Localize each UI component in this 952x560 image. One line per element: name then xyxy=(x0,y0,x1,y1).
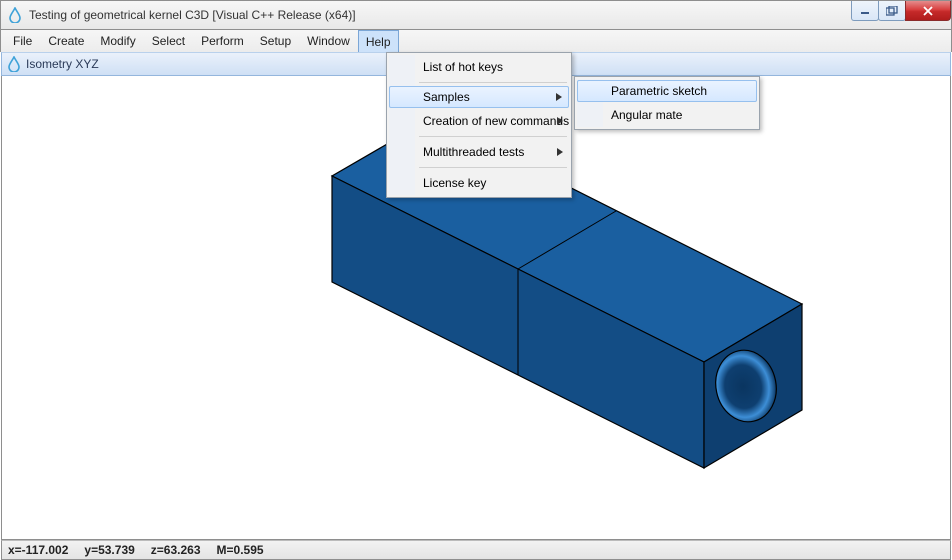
chevron-right-icon xyxy=(557,145,563,159)
menu-create[interactable]: Create xyxy=(40,30,92,52)
help-menu-item-2[interactable]: Samples xyxy=(389,86,569,108)
app-icon xyxy=(7,7,23,23)
help-menu: List of hot keys Samples Creation of new c… xyxy=(386,52,572,198)
help-menu-item-3[interactable]: Creation of new commands xyxy=(389,109,569,133)
maximize-button[interactable] xyxy=(878,1,906,21)
menu-setup[interactable]: Setup xyxy=(252,30,299,52)
help-menu-item-5[interactable]: Multithreaded tests xyxy=(389,140,569,164)
menu-help[interactable]: Help xyxy=(358,30,399,52)
menu-separator xyxy=(419,167,567,168)
chevron-right-icon xyxy=(557,114,563,128)
menu-item-label: List of hot keys xyxy=(423,60,503,74)
menu-item-label: Parametric sketch xyxy=(611,84,707,98)
menu-item-label: Samples xyxy=(423,90,470,104)
menu-separator xyxy=(419,82,567,83)
status-x: x=-117.002 xyxy=(8,543,68,557)
close-icon xyxy=(922,6,934,16)
menu-modify[interactable]: Modify xyxy=(92,30,143,52)
title-bar: Testing of geometrical kernel C3D [Visua… xyxy=(0,0,952,30)
window-controls xyxy=(852,1,951,21)
close-button[interactable] xyxy=(905,1,951,21)
menu-item-label: Multithreaded tests xyxy=(423,145,524,159)
menu-item-label: Creation of new commands xyxy=(423,114,569,128)
status-m: M=0.595 xyxy=(217,543,264,557)
menu-window[interactable]: Window xyxy=(299,30,358,52)
menu-file[interactable]: File xyxy=(5,30,40,52)
window-title: Testing of geometrical kernel C3D [Visua… xyxy=(29,8,949,22)
app-icon xyxy=(6,56,22,72)
help-menu-item-7[interactable]: License key xyxy=(389,171,569,195)
samples-menu-item-1[interactable]: Angular mate xyxy=(577,103,757,127)
samples-submenu: Parametric sketch Angular mate xyxy=(574,76,760,130)
status-bar: x=-117.002 y=53.739 z=63.263 M=0.595 xyxy=(1,540,951,560)
status-z: z=63.263 xyxy=(151,543,201,557)
status-y: y=53.739 xyxy=(84,543,134,557)
chevron-right-icon xyxy=(556,90,562,104)
minimize-icon xyxy=(860,6,870,16)
menu-item-label: Angular mate xyxy=(611,108,682,122)
samples-menu-item-0[interactable]: Parametric sketch xyxy=(577,80,757,102)
menu-perform[interactable]: Perform xyxy=(193,30,252,52)
maximize-icon xyxy=(886,6,898,16)
help-menu-item-0[interactable]: List of hot keys xyxy=(389,55,569,79)
menu-separator xyxy=(419,136,567,137)
menu-item-label: License key xyxy=(423,176,486,190)
minimize-button[interactable] xyxy=(851,1,879,21)
menu-bar: FileCreateModifySelectPerformSetupWindow… xyxy=(0,30,952,52)
menu-select[interactable]: Select xyxy=(144,30,193,52)
view-label: Isometry XYZ xyxy=(26,57,99,71)
